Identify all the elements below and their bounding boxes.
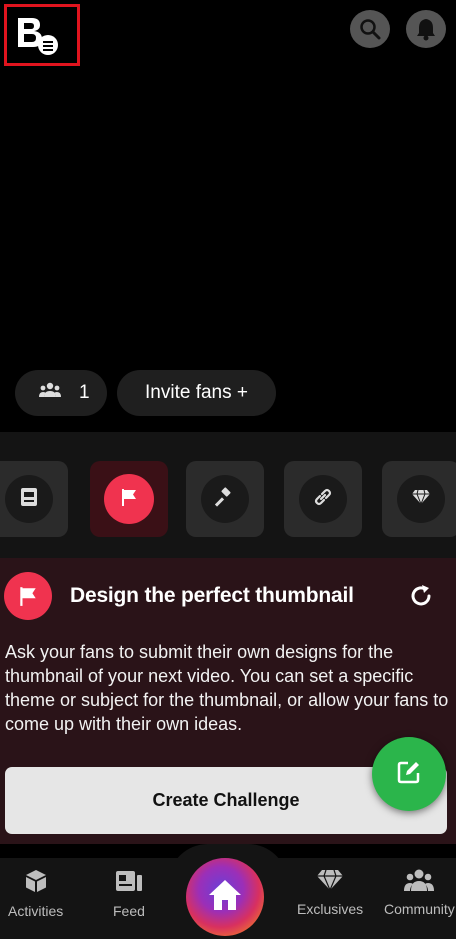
refresh-icon[interactable]: [407, 582, 435, 610]
gavel-icon: [214, 486, 235, 512]
tool-card[interactable]: [0, 461, 68, 537]
community-icon: [404, 868, 435, 895]
edit-fab-button[interactable]: [372, 737, 446, 811]
diamond-icon: [411, 489, 431, 510]
tool-gavel[interactable]: [186, 461, 264, 537]
people-icon: [39, 382, 61, 404]
search-icon[interactable]: [350, 10, 390, 48]
nav-label: Exclusives: [297, 901, 364, 917]
feed-icon: [114, 868, 144, 897]
cube-icon: [23, 868, 49, 897]
flag-icon: [119, 487, 139, 512]
fans-count-pill[interactable]: 1: [15, 370, 107, 416]
nav-feed[interactable]: Feed: [113, 868, 145, 919]
nav-home[interactable]: [186, 858, 264, 936]
tool-diamond[interactable]: [382, 461, 456, 537]
nav-exclusives[interactable]: Exclusives: [297, 868, 363, 917]
challenge-title: Design the perfect thumbnail: [70, 584, 354, 607]
bell-icon[interactable]: [406, 10, 446, 48]
nav-label: Feed: [113, 903, 145, 919]
nav-activities[interactable]: Activities: [8, 868, 63, 919]
flag-icon: [4, 572, 52, 620]
edit-icon: [396, 759, 422, 790]
home-icon: [207, 878, 243, 917]
card-icon: [20, 487, 38, 512]
diamond-icon: [315, 868, 345, 895]
top-bar: [0, 0, 456, 66]
challenge-description: Ask your fans to submit their own design…: [5, 642, 449, 734]
link-icon: [312, 486, 334, 513]
fans-count: 1: [79, 382, 90, 403]
tool-flag[interactable]: [90, 461, 168, 537]
nav-label: Community: [384, 901, 455, 917]
nav-community[interactable]: Community: [384, 868, 455, 917]
nav-label: Activities: [8, 903, 64, 919]
challenge-type-selector: [0, 432, 456, 558]
creator-logo-icon[interactable]: [14, 14, 60, 58]
tool-link[interactable]: [284, 461, 362, 537]
invite-fans-button[interactable]: Invite fans +: [117, 370, 276, 416]
